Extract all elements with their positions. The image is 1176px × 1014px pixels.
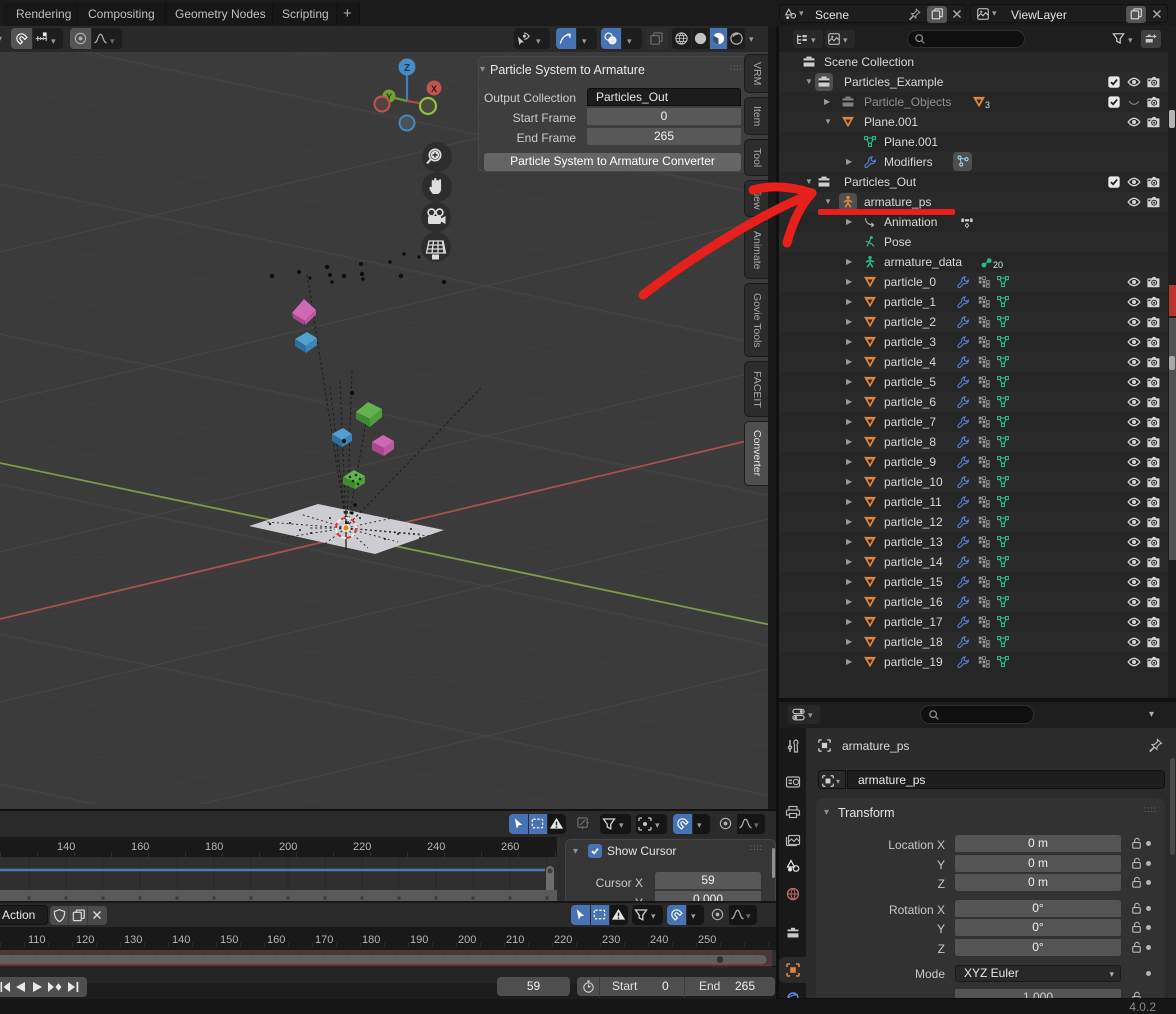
svg-text:X: X — [431, 84, 437, 94]
svg-text:Z: Z — [404, 63, 410, 74]
